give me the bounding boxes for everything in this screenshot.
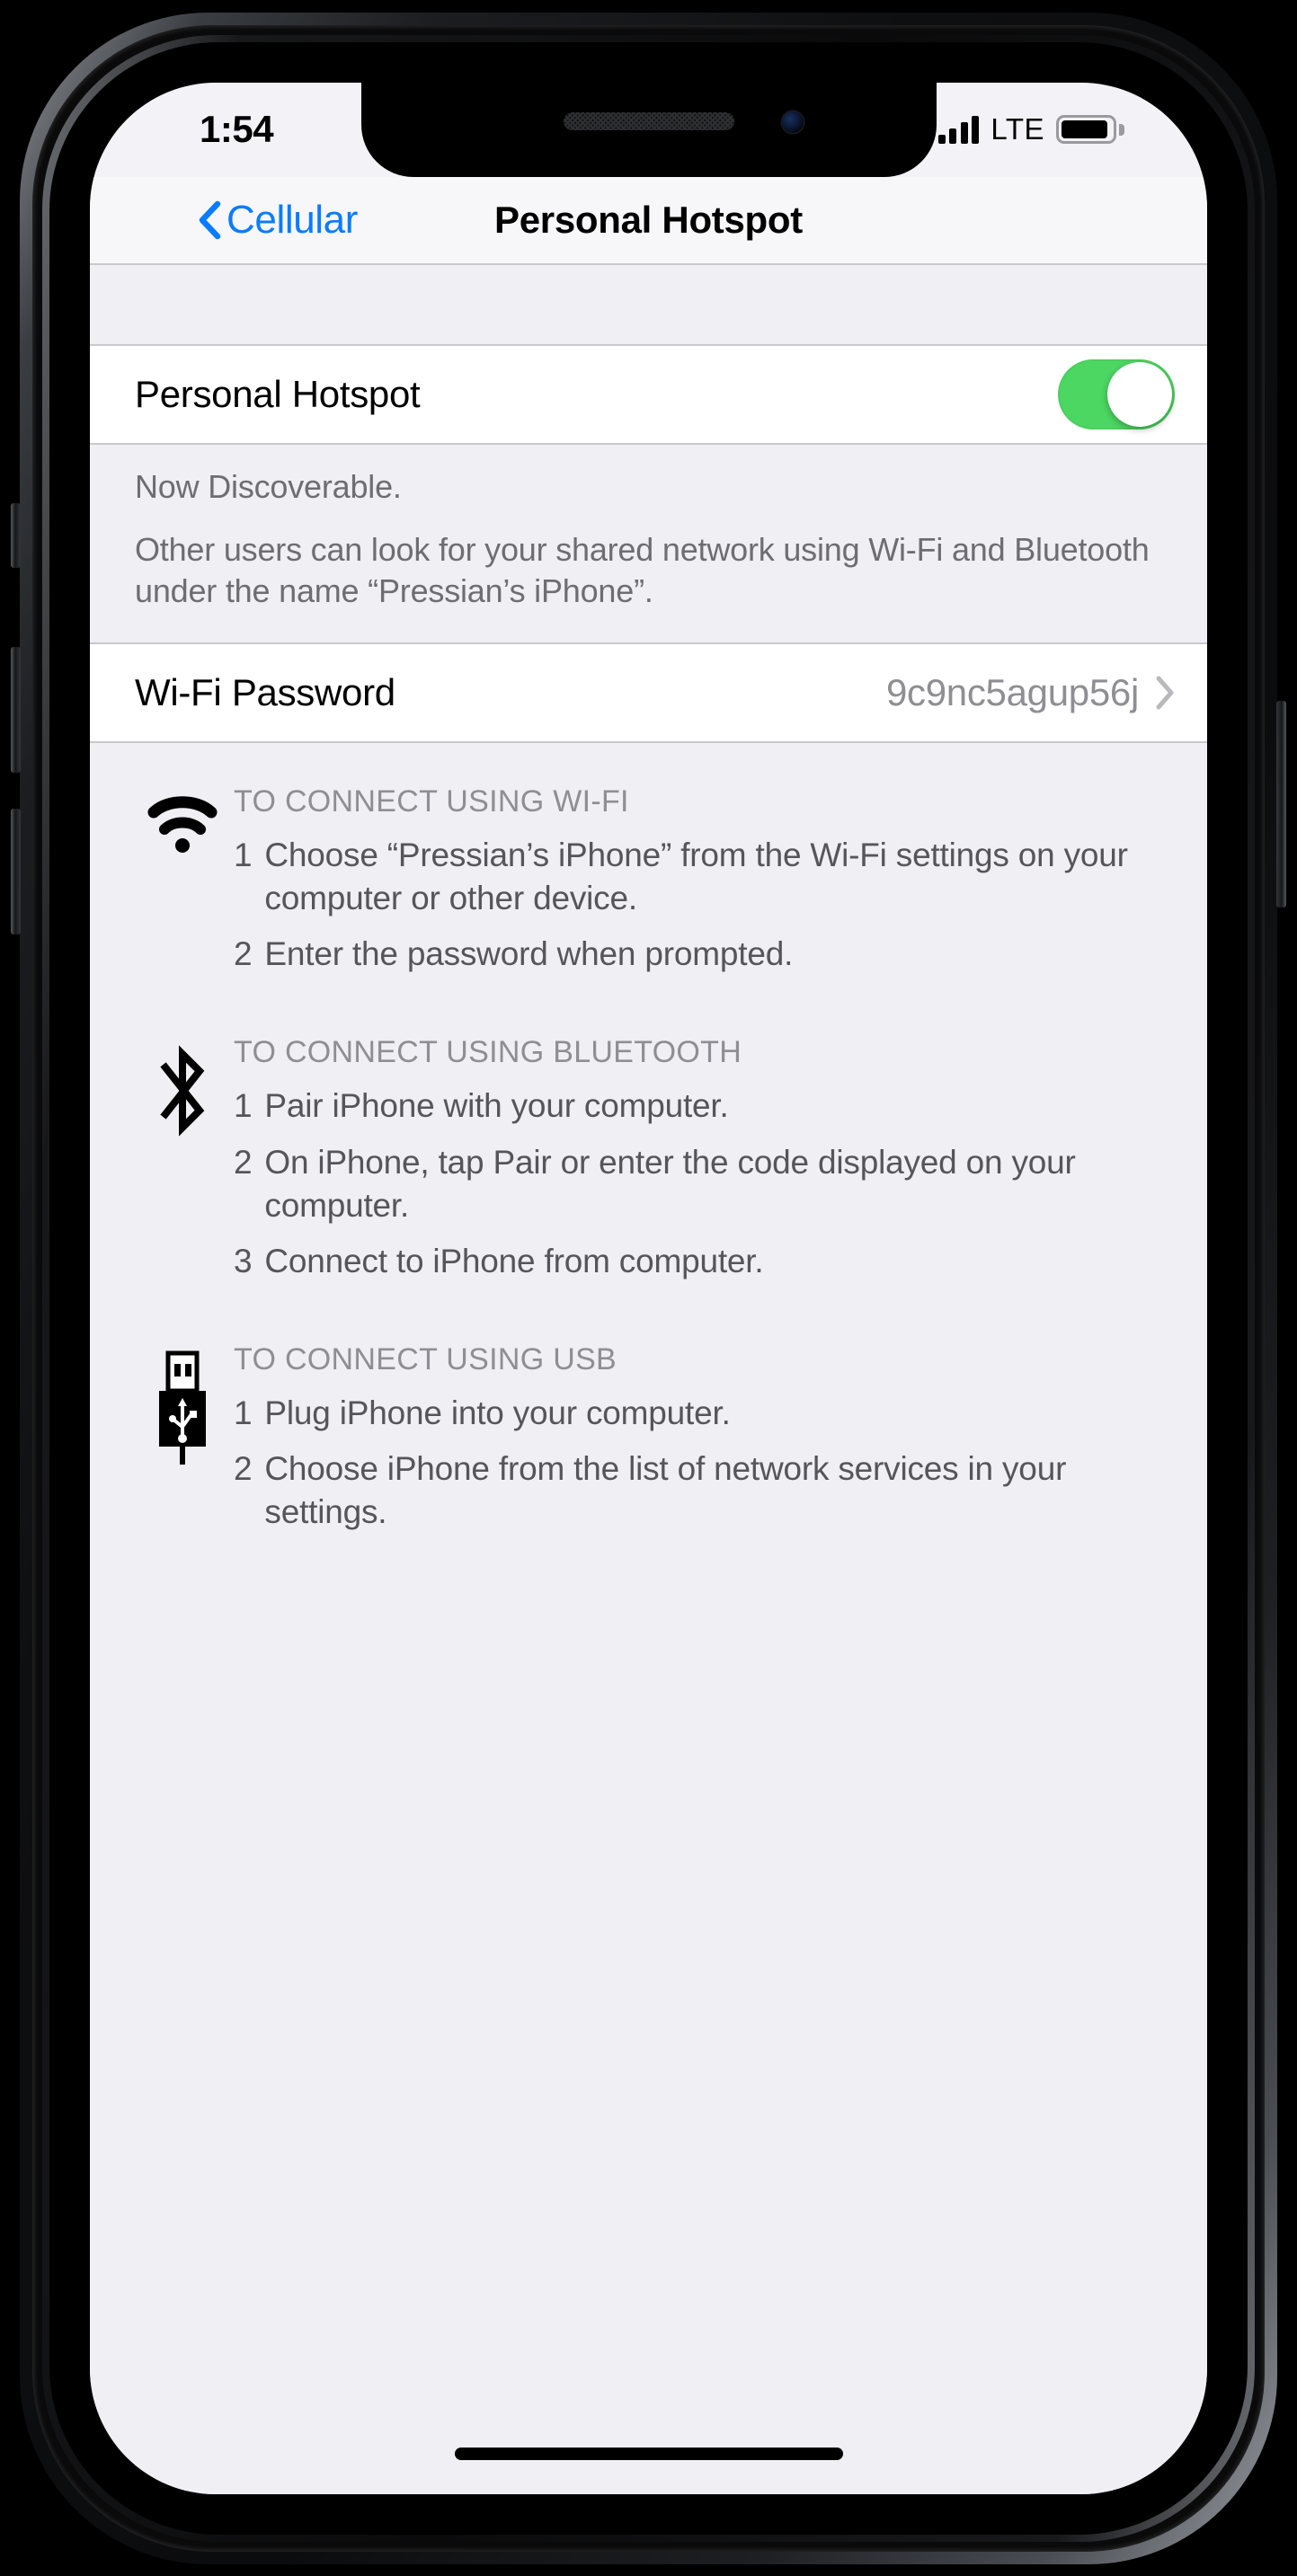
- instruction-step-number: 2: [234, 1449, 253, 1487]
- usb-icon: [135, 1342, 230, 1466]
- battery-icon: [1056, 115, 1124, 144]
- volume-down-button[interactable]: [11, 809, 21, 934]
- back-button-cellular[interactable]: Cellular: [198, 198, 358, 243]
- toggle-knob: [1107, 362, 1172, 427]
- instruction-step: 1 Choose “Pressian’s iPhone” from the Wi…: [234, 834, 1160, 920]
- instruction-step-text: Pair iPhone with your computer.: [264, 1087, 729, 1125]
- instruction-step: 2 On iPhone, tap Pair or enter the code …: [234, 1141, 1160, 1227]
- top-spacer: [90, 265, 1207, 344]
- wifi-password-label: Wi-Fi Password: [135, 671, 395, 714]
- chevron-left-icon: [199, 200, 221, 240]
- wifi-password-row[interactable]: Wi-Fi Password 9c9nc5agup56j: [90, 642, 1207, 744]
- navigation-bar: Cellular Personal Hotspot: [90, 177, 1207, 265]
- phone-frame: 1:54 LTE Cellular Personal Hotspot Perso…: [0, 0, 1297, 2576]
- chevron-right-icon: [1156, 676, 1174, 710]
- instruction-step-number: 1: [234, 1087, 253, 1125]
- instruction-step: 2 Choose iPhone from the list of network…: [234, 1447, 1160, 1534]
- instruction-heading: TO CONNECT USING WI-FI: [234, 784, 629, 819]
- earpiece-speaker-icon: [563, 112, 734, 130]
- page-title: Personal Hotspot: [494, 199, 803, 241]
- instruction-step-text: Choose “Pressian’s iPhone” from the Wi-F…: [264, 837, 1128, 917]
- home-indicator[interactable]: [454, 2448, 843, 2460]
- phone-screen: 1:54 LTE Cellular Personal Hotspot Perso…: [90, 83, 1207, 2494]
- instruction-step-text: Connect to iPhone from computer.: [264, 1242, 764, 1279]
- connection-instructions: TO CONNECT USING WI-FI 1 Choose “Pressia…: [90, 743, 1207, 1546]
- discoverable-status-text: Now Discoverable.: [135, 468, 402, 505]
- instruction-step: 1 Pair iPhone with your computer.: [234, 1084, 1160, 1128]
- settings-content: Personal Hotspot Now Discoverable. Other…: [90, 265, 1207, 2494]
- instruction-step: 3 Connect to iPhone from computer.: [234, 1240, 1160, 1283]
- wifi-password-value: 9c9nc5agup56j: [885, 671, 1139, 714]
- power-button[interactable]: [1276, 701, 1286, 907]
- instruction-step-number: 2: [234, 1143, 253, 1181]
- instruction-heading: TO CONNECT USING BLUETOOTH: [234, 1035, 742, 1070]
- status-bar-time: 1:54: [200, 108, 274, 150]
- bluetooth-icon: [135, 1035, 230, 1139]
- instruction-step: 1 Plug iPhone into your computer.: [234, 1392, 1160, 1435]
- volume-up-button[interactable]: [11, 647, 21, 773]
- instruction-step-text: Plug iPhone into your computer.: [264, 1394, 731, 1431]
- instruction-step-text: Enter the password when prompted.: [264, 935, 794, 973]
- instruction-step-number: 1: [234, 1394, 253, 1431]
- personal-hotspot-toggle[interactable]: [1058, 359, 1175, 429]
- instruction-group-bluetooth: TO CONNECT USING BLUETOOTH 1 Pair iPhone…: [90, 1035, 1207, 1295]
- instruction-step-number: 1: [234, 837, 253, 874]
- instruction-step-text: Choose iPhone from the list of network s…: [264, 1449, 1067, 1530]
- instruction-group-wifi: TO CONNECT USING WI-FI 1 Choose “Pressia…: [90, 784, 1207, 988]
- status-bar-network-type: LTE: [991, 112, 1044, 146]
- personal-hotspot-label: Personal Hotspot: [135, 373, 421, 415]
- instruction-step-number: 3: [234, 1242, 253, 1279]
- personal-hotspot-row[interactable]: Personal Hotspot: [90, 344, 1207, 445]
- back-button-label: Cellular: [227, 198, 358, 242]
- instruction-group-usb: TO CONNECT USING USB 1 Plug iPhone into …: [90, 1342, 1207, 1546]
- instruction-step: 2 Enter the password when prompted.: [234, 933, 1160, 976]
- instruction-step-text: On iPhone, tap Pair or enter the code di…: [264, 1143, 1076, 1224]
- wifi-icon: [135, 784, 230, 856]
- instruction-heading: TO CONNECT USING USB: [234, 1341, 617, 1377]
- notch: [360, 83, 937, 177]
- status-bar-indicators: LTE: [937, 112, 1124, 146]
- front-camera-icon: [781, 111, 804, 133]
- instruction-step-number: 2: [234, 935, 253, 973]
- discoverable-description-block: Now Discoverable. Other users can look f…: [90, 445, 1207, 643]
- cellular-signal-icon: [937, 115, 980, 144]
- discoverable-description-text: Other users can look for your shared net…: [135, 531, 1150, 610]
- silent-switch-button[interactable]: [11, 503, 21, 568]
